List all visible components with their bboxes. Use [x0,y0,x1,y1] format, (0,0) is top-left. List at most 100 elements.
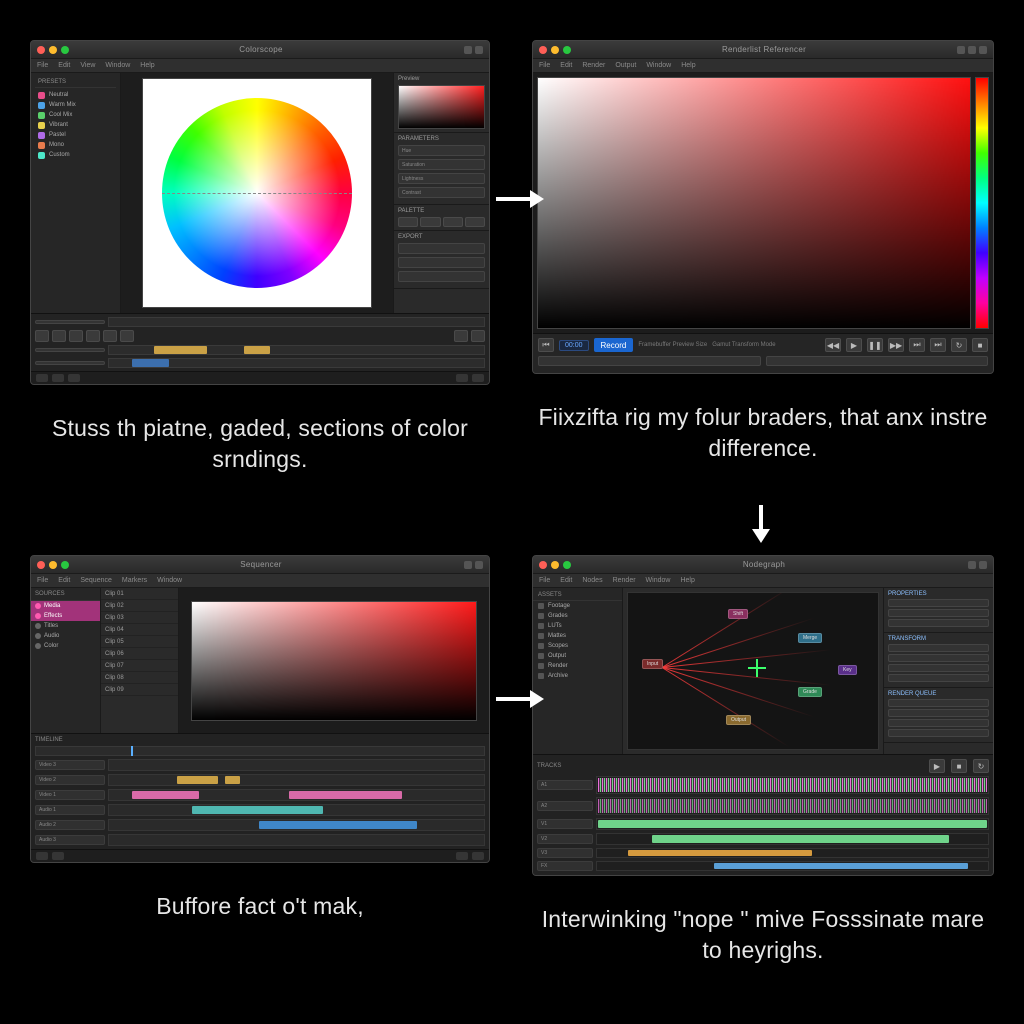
source-item[interactable]: Audio [31,631,100,641]
minimize-icon[interactable] [551,561,559,569]
source-item[interactable]: Color [31,641,100,651]
skip-fwd-button[interactable]: ⏭ [909,338,925,352]
menu-item[interactable]: Edit [560,62,572,69]
end-button[interactable]: ⏭ [930,338,946,352]
stop-button[interactable]: ■ [951,759,967,773]
waveform-track[interactable] [596,797,989,815]
prop-row[interactable] [888,729,989,737]
asset-item[interactable]: Scopes [533,641,622,651]
wave-label[interactable]: A1 [537,780,593,790]
asset-item[interactable]: Render [533,661,622,671]
cross-marker-icon[interactable] [748,659,766,677]
menu-item[interactable]: Window [646,577,671,584]
prop-row[interactable] [888,654,989,662]
record-button[interactable]: Record [594,338,634,352]
preview-gradient[interactable] [398,85,485,129]
graph-node[interactable]: Merge [798,633,822,643]
playhead-icon[interactable] [131,746,133,756]
menu-item[interactable]: Window [646,62,671,69]
color-gradient-view[interactable] [537,77,971,329]
stop-button[interactable]: ■ [972,338,988,352]
graph-node[interactable]: Input [642,659,663,669]
minimize-icon[interactable] [49,561,57,569]
color-wheel-canvas[interactable] [142,78,372,308]
minimize-icon[interactable] [551,46,559,54]
prop-row[interactable] [888,719,989,727]
menu-item[interactable]: Render [613,577,636,584]
clip-item[interactable]: Clip 02 [101,600,178,612]
wave-label[interactable]: V2 [537,834,593,844]
tool-button[interactable] [86,330,100,342]
tool-button[interactable] [454,330,468,342]
prop-row[interactable] [888,674,989,682]
timeline-ruler[interactable] [35,746,485,756]
waveform-track[interactable] [596,776,989,794]
maximize-icon[interactable] [563,46,571,54]
tool-button[interactable] [103,330,117,342]
timeline-track[interactable] [108,759,485,771]
pause-button[interactable]: ❚❚ [867,338,883,352]
step-fwd-button[interactable]: ▶▶ [888,338,904,352]
video-track[interactable] [596,833,989,845]
sidebar-item[interactable]: Warm Mix [35,100,116,110]
menu-item[interactable]: Edit [560,577,572,584]
timeline-track[interactable] [108,819,485,831]
wave-label[interactable]: V1 [537,819,593,829]
node-graph-view[interactable]: Input Shift Merge Grade Output Key [627,592,879,750]
export-row[interactable] [398,271,485,282]
source-item[interactable]: Effects [31,611,100,621]
video-track[interactable] [596,848,989,858]
menu-item[interactable]: File [539,577,550,584]
play-button[interactable]: ▶ [846,338,862,352]
track-label[interactable]: Video 1 [35,790,105,800]
param-row[interactable]: Saturation [398,159,485,170]
titlebar[interactable]: Colorscope [31,41,489,59]
preview-viewport[interactable] [179,588,489,733]
tool-button[interactable] [52,330,66,342]
color-wheel-view[interactable] [121,73,393,313]
menu-edit[interactable]: Edit [58,62,70,69]
loop-button[interactable]: ↻ [973,759,989,773]
export-row[interactable] [398,257,485,268]
menu-item[interactable]: Help [681,62,695,69]
timeline-track[interactable] [108,834,485,846]
track-label[interactable]: Video 2 [35,775,105,785]
menu-help[interactable]: Help [140,62,154,69]
timeline-track[interactable] [108,789,485,801]
clip-item[interactable]: Clip 06 [101,648,178,660]
clip-item[interactable]: Clip 09 [101,684,178,696]
menu-item[interactable]: Nodes [582,577,602,584]
asset-item[interactable]: LUTs [533,621,622,631]
graph-node[interactable]: Grade [798,687,822,697]
menu-item[interactable]: Edit [58,577,70,584]
prop-row[interactable] [888,664,989,672]
graph-node[interactable]: Output [726,715,751,725]
video-track[interactable] [596,818,989,830]
asset-item[interactable]: Archive [533,671,622,681]
maximize-icon[interactable] [61,46,69,54]
sidebar-item[interactable]: Vibrant [35,120,116,130]
video-track[interactable] [596,861,989,871]
asset-item[interactable]: Grades [533,611,622,621]
close-icon[interactable] [539,561,547,569]
menu-item[interactable]: File [539,62,550,69]
graph-node[interactable]: Shift [728,609,748,619]
titlebar[interactable]: Renderlist Referencer [533,41,993,59]
menu-file[interactable]: File [37,62,48,69]
menu-item[interactable]: Sequence [80,577,112,584]
menu-item[interactable]: Render [582,62,605,69]
timeline-track[interactable] [108,804,485,816]
tool-button[interactable] [69,330,83,342]
step-back-button[interactable]: ◀◀ [825,338,841,352]
track-strip[interactable] [108,345,485,355]
graph-node[interactable]: Key [838,665,857,675]
maximize-icon[interactable] [563,561,571,569]
clip-item[interactable]: Clip 04 [101,624,178,636]
sidebar-item[interactable]: Neutral [35,90,116,100]
play-button[interactable]: ▶ [929,759,945,773]
prop-row[interactable] [888,609,989,617]
sidebar-item[interactable]: Mono [35,140,116,150]
palette-chips[interactable] [398,217,485,227]
menu-view[interactable]: View [80,62,95,69]
param-row[interactable]: Contrast [398,187,485,198]
